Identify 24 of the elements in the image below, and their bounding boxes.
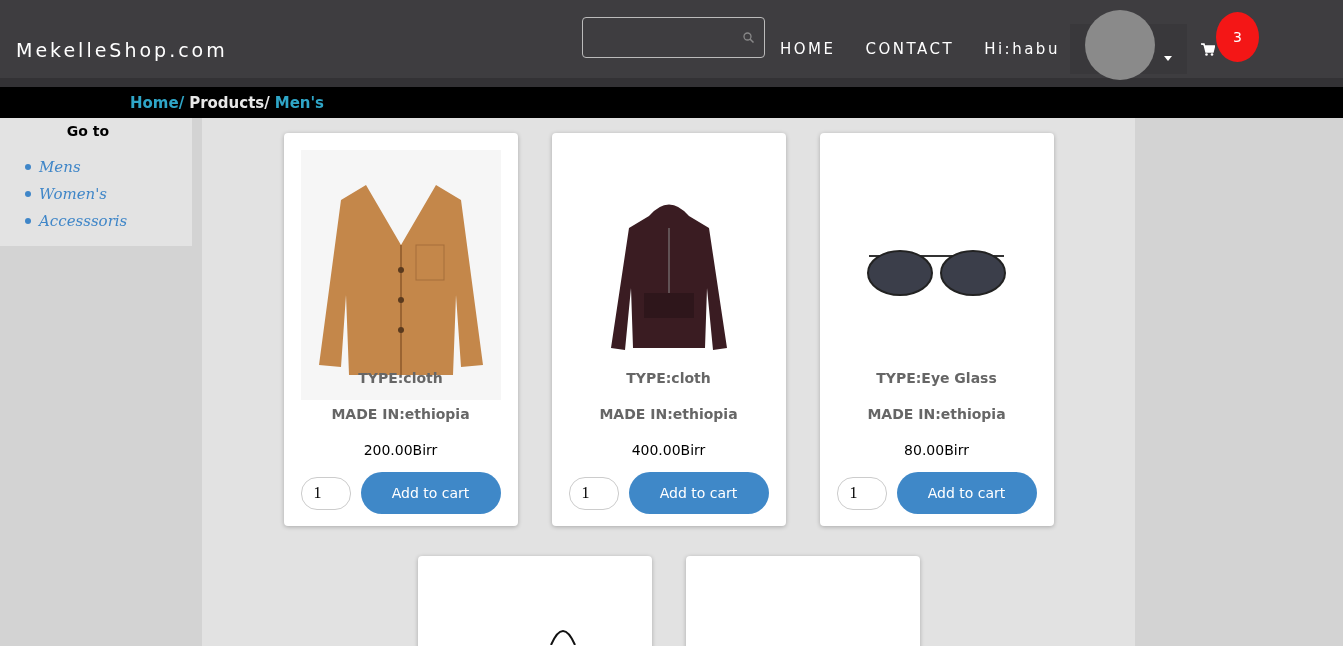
add-to-cart-button[interactable]: Add to cart [896,472,1037,514]
product-price: 80.00Birr [903,442,970,458]
product-price: 200.00Birr [362,442,439,458]
breadcrumb-item[interactable]: Home/ [130,93,185,112]
product-price: 400.00Birr [630,442,707,458]
product-origin: MADE IN:ethiopia [330,406,471,422]
quantity-field[interactable]: 1 [568,476,619,510]
product-origin: MADE IN:ethiopia [598,406,739,422]
product-type: TYPE:Eye Glass [875,370,998,386]
breadcrumb-item: Products/ [189,93,270,112]
product-origin: MADE IN:ethiopia [866,406,1007,422]
site-logo[interactable]: MekelleShop.com [16,39,228,61]
add-to-cart-button[interactable]: Add to cart [360,472,501,514]
sidebar-title: Go to [65,123,111,139]
add-to-cart-button[interactable]: Add to cart [628,472,769,514]
quantity-field[interactable]: 1 [836,476,887,510]
breadcrumb-item[interactable]: Men's [274,93,325,112]
nav-link[interactable]: HOME [780,40,836,58]
nav-link[interactable]: CONTACT [865,40,955,58]
product-type: TYPE:cloth [357,370,444,386]
user-greeting-link[interactable]: Hi:habu [984,40,1060,58]
cart-count-badge: 3 [1216,12,1259,62]
quantity-field[interactable]: 1 [300,476,351,510]
product-type: TYPE:cloth [625,370,712,386]
